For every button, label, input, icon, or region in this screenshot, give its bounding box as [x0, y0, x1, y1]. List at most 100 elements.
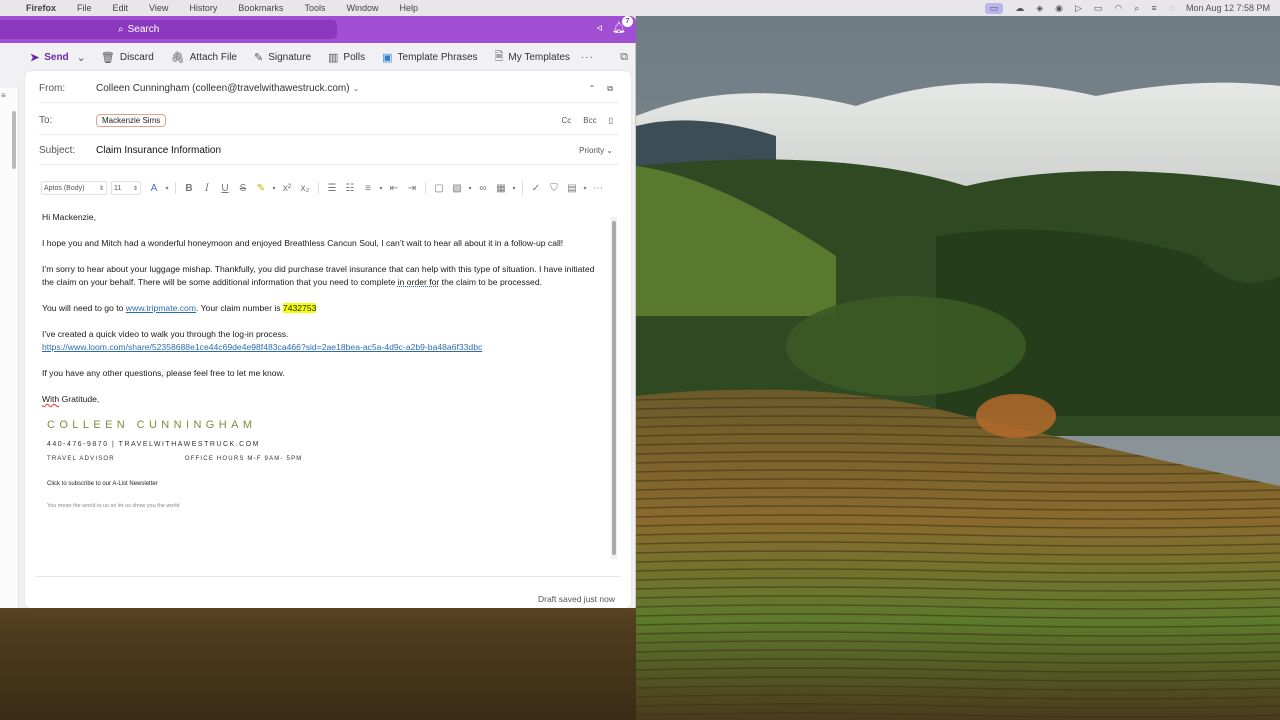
- send-button[interactable]: ➤ Send: [30, 51, 69, 64]
- macos-menu-bar: Firefox File Edit View History Bookmarks…: [0, 0, 1280, 16]
- chevron-down-icon[interactable]: ▾: [377, 185, 385, 192]
- app-status-icon[interactable]: ◈: [1036, 3, 1043, 14]
- send-label: Send: [44, 51, 69, 63]
- recording-icon[interactable]: ◉: [1055, 3, 1063, 14]
- chevron-down-icon[interactable]: ▾: [163, 185, 171, 192]
- filter-icon[interactable]: ≡: [1, 91, 6, 100]
- chevron-down-icon[interactable]: ▾: [510, 185, 518, 192]
- numbered-list-icon[interactable]: ☷: [341, 183, 359, 194]
- picture-icon[interactable]: ▨: [448, 183, 466, 194]
- subject-input[interactable]: Claim Insurance Information: [96, 145, 221, 156]
- megaphone-icon[interactable]: ◃: [597, 21, 603, 34]
- cloud-icon[interactable]: ☁: [1015, 3, 1024, 14]
- insert-image-icon[interactable]: ▢: [430, 183, 448, 194]
- attach-label: Attach File: [189, 51, 237, 63]
- from-value: Colleen Cunningham (colleen@travelwithaw…: [96, 83, 350, 94]
- pop-out-icon[interactable]: ⧉: [620, 51, 628, 64]
- discard-label: Discard: [119, 51, 154, 63]
- body-text: You will need to go to: [42, 303, 126, 313]
- signature-button[interactable]: ✎ Signature: [254, 51, 311, 64]
- indent-icon[interactable]: ⇥: [403, 183, 421, 194]
- bcc-button[interactable]: Bcc: [583, 116, 596, 125]
- attach-file-button[interactable]: 🖇︎ Attach File: [171, 51, 237, 64]
- menu-file[interactable]: File: [77, 3, 92, 13]
- spelling-flag[interactable]: With: [42, 394, 59, 404]
- send-options-dropdown[interactable]: ⌄: [77, 51, 91, 64]
- search-icon[interactable]: ⌕: [1134, 3, 1139, 14]
- tripmate-link[interactable]: www.tripmate.com: [126, 303, 196, 313]
- siri-icon[interactable]: ◌: [1169, 3, 1174, 13]
- bell-icon[interactable]: 🔔︎ 7: [612, 16, 633, 34]
- menu-history[interactable]: History: [189, 3, 217, 13]
- menu-tools[interactable]: Tools: [304, 3, 325, 13]
- chevron-down-icon[interactable]: ▾: [270, 185, 278, 192]
- message-body[interactable]: Hi Mackenzie, I hope you and Mitch had a…: [36, 211, 610, 580]
- menu-clock[interactable]: Mon Aug 12 7:58 PM: [1186, 3, 1270, 13]
- wifi-icon[interactable]: ◠: [1114, 3, 1122, 14]
- draft-status: Draft saved just now: [537, 594, 615, 604]
- collapse-header-icon[interactable]: ⌃: [589, 84, 596, 93]
- control-center-icon[interactable]: ≡: [1151, 3, 1156, 13]
- subscript-icon[interactable]: x₂: [296, 183, 314, 194]
- from-row: From: Colleen Cunningham (colleen@travel…: [39, 75, 619, 103]
- chevron-down-icon[interactable]: ▾: [466, 185, 474, 192]
- font-color-icon[interactable]: A: [145, 183, 163, 194]
- menu-help[interactable]: Help: [399, 3, 418, 13]
- underline-icon[interactable]: U: [216, 183, 234, 194]
- menu-window[interactable]: Window: [346, 3, 378, 13]
- trash-icon: 🗑︎: [100, 51, 115, 64]
- clipboard-icon[interactable]: ▤: [563, 183, 581, 194]
- highlight-icon[interactable]: ✎: [252, 183, 270, 194]
- template-phrases-button[interactable]: ▣ Template Phrases: [382, 51, 477, 64]
- font-size-select[interactable]: 11 ⇕: [111, 181, 141, 195]
- spellcheck-icon[interactable]: ✓: [527, 183, 545, 194]
- format-toolbar: Aptos (Body) ⇕ 11 ⇕ A ▾ B I U S ✎ ▾ x² x…: [41, 179, 621, 197]
- loom-video-link[interactable]: https://www.loom.com/share/52358688e1ce4…: [42, 342, 482, 352]
- menu-view[interactable]: View: [149, 3, 168, 13]
- bold-icon[interactable]: B: [180, 183, 198, 194]
- menu-edit[interactable]: Edit: [113, 3, 129, 13]
- scrollbar-thumb[interactable]: [612, 221, 616, 555]
- link-icon[interactable]: ∞: [474, 183, 492, 194]
- priority-dropdown[interactable]: Priority ⌄: [579, 146, 613, 155]
- grammar-suggestion[interactable]: in order for: [398, 277, 440, 287]
- discard-button[interactable]: 🗑︎ Discard: [101, 51, 154, 64]
- font-family-select[interactable]: Aptos (Body) ⇕: [41, 181, 107, 195]
- send-icon: ➤: [30, 51, 40, 64]
- strikethrough-icon[interactable]: S: [234, 183, 252, 194]
- address-book-icon[interactable]: ▯: [609, 116, 613, 125]
- bullet-list-icon[interactable]: ☰: [323, 183, 341, 194]
- recipient-pill[interactable]: Mackenzie Sims: [96, 114, 167, 127]
- signature-role: TRAVEL ADVISOR: [47, 456, 115, 462]
- sensitivity-icon[interactable]: ⛉: [545, 183, 563, 194]
- italic-icon[interactable]: I: [198, 183, 216, 194]
- body-scrollbar[interactable]: [611, 217, 617, 559]
- more-options-button[interactable]: ···: [581, 52, 594, 63]
- chevron-down-icon[interactable]: ▾: [581, 185, 589, 192]
- menu-app-name[interactable]: Firefox: [26, 3, 56, 13]
- from-selector[interactable]: Colleen Cunningham (colleen@travelwithaw…: [96, 83, 359, 94]
- play-icon[interactable]: ▷: [1075, 3, 1082, 14]
- greeting: Hi Mackenzie,: [42, 212, 96, 222]
- table-icon[interactable]: ▦: [492, 183, 510, 194]
- outdent-icon[interactable]: ⇤: [385, 183, 403, 194]
- more-format-icon[interactable]: ⋯: [589, 183, 607, 194]
- my-templates-button[interactable]: 🗎︎ My Templates: [495, 48, 570, 67]
- cc-button[interactable]: Cc: [561, 116, 571, 125]
- copy-icon[interactable]: ⧉: [607, 84, 613, 94]
- to-label: To:: [39, 115, 53, 126]
- polls-button[interactable]: ▥ Polls: [328, 51, 365, 64]
- screen-mirroring-icon[interactable]: ▭: [984, 2, 1004, 14]
- message-list-scrollbar[interactable]: [12, 111, 16, 169]
- body-paragraph-1: I hope you and Mitch had a wonderful hon…: [42, 238, 564, 248]
- stepper-icon: ⇕: [132, 185, 138, 192]
- desktop-wallpaper: [636, 16, 1280, 720]
- font-size-value: 11: [114, 184, 122, 192]
- battery-icon[interactable]: ▭: [1094, 3, 1103, 14]
- menu-bookmarks[interactable]: Bookmarks: [238, 3, 283, 13]
- align-icon[interactable]: ≡: [359, 183, 377, 194]
- newsletter-link[interactable]: Click to subscribe to our A-List Newslet…: [47, 478, 610, 491]
- superscript-icon[interactable]: x²: [278, 183, 296, 194]
- message-list-panel: [0, 88, 19, 608]
- search-input[interactable]: ⌕ Search: [0, 20, 337, 39]
